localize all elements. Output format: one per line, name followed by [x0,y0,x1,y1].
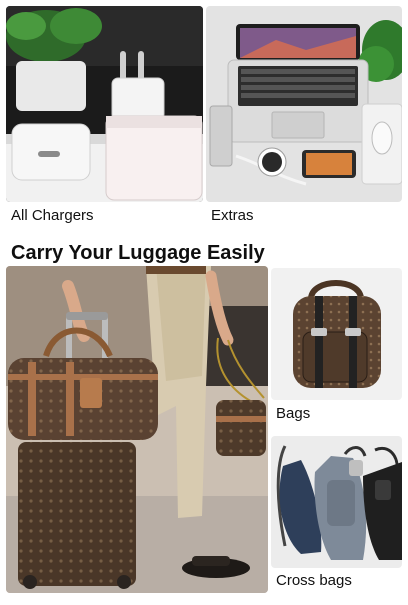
cross-bags-image [271,436,402,568]
bags-image [271,268,402,400]
charger-image [6,6,203,202]
cross-bags-label[interactable]: Cross bags [276,572,352,590]
all-chargers-label[interactable]: All Chargers [11,207,94,225]
extras-label[interactable]: Extras [211,207,254,225]
luggage-hero-tile[interactable] [6,266,268,593]
luggage-hero-image [6,266,268,593]
all-chargers-tile[interactable] [6,6,203,202]
cross-bags-tile[interactable] [271,436,402,568]
section-title: Carry Your Luggage Easily [11,242,265,264]
extras-tile[interactable] [206,6,402,202]
extras-image [206,6,402,202]
bags-label[interactable]: Bags [276,405,310,423]
bags-tile[interactable] [271,268,402,400]
